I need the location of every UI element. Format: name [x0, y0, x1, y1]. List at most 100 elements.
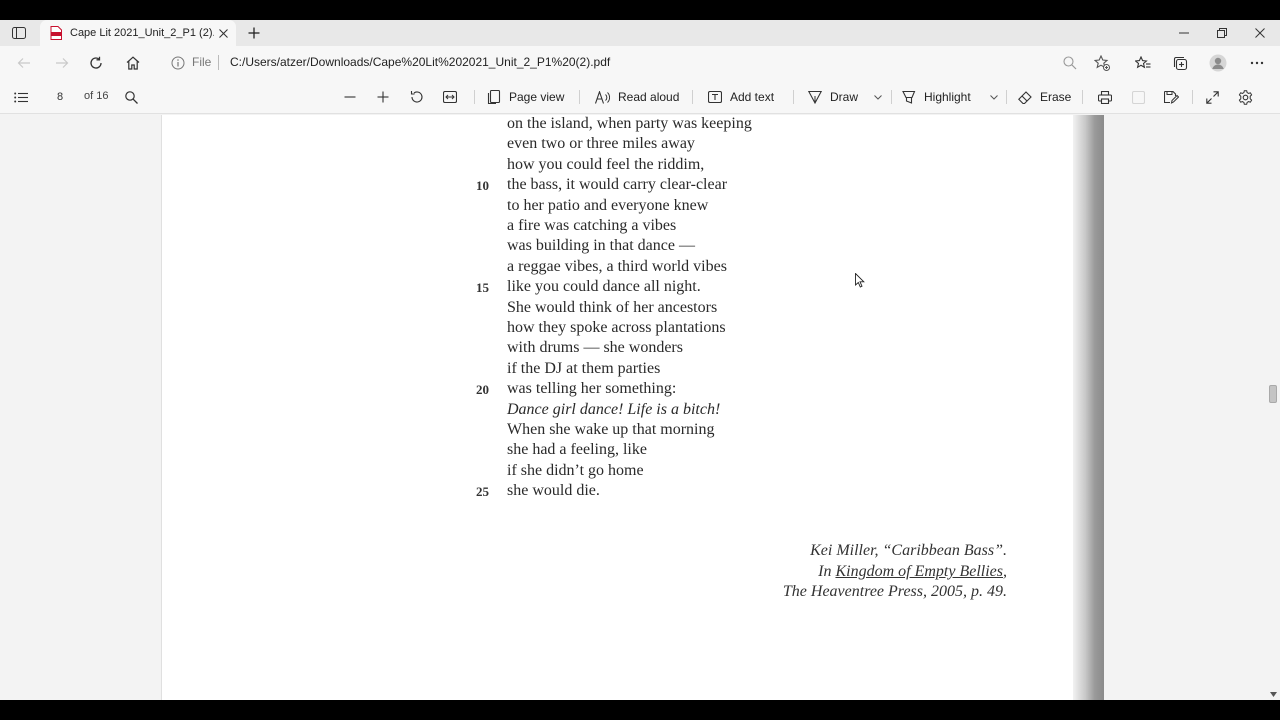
minimize-icon	[1179, 32, 1189, 34]
highlighter-icon	[902, 90, 916, 104]
home-button[interactable]	[123, 53, 143, 73]
erase-label: Erase	[1040, 90, 1072, 104]
draw-label: Draw	[830, 90, 859, 104]
vertical-scrollbar[interactable]	[1266, 115, 1280, 700]
info-icon[interactable]	[171, 56, 185, 70]
close-icon	[218, 28, 228, 38]
save-as-button[interactable]	[1130, 87, 1146, 107]
draw-pen-icon	[808, 90, 822, 104]
add-text-button[interactable]: Add text	[708, 87, 774, 107]
line-number: 10	[476, 178, 489, 194]
new-tab-button[interactable]	[244, 24, 264, 42]
poem-line: like you could dance all night.	[507, 278, 701, 296]
citation-source: In Kingdom of Empty Bellies,	[818, 563, 1007, 581]
fullscreen-button[interactable]	[1204, 87, 1220, 107]
poem-line: When she wake up that morning	[507, 421, 715, 438]
read-aloud-icon	[595, 90, 610, 104]
zoom-out-button[interactable]	[342, 87, 358, 107]
home-icon	[126, 56, 140, 70]
more-icon	[1250, 61, 1264, 65]
poem-line: Dance girl dance! Life is a bitch!	[507, 400, 721, 418]
page-edge-shadow	[1073, 115, 1104, 700]
url-field[interactable]: C:/Users/atzer/Downloads/Cape%20Lit%2020…	[230, 55, 610, 69]
toolbar-separator	[692, 90, 693, 104]
poem-line: if the DJ at them parties	[507, 359, 661, 377]
find-button[interactable]	[122, 87, 140, 107]
collections-icon	[1173, 56, 1187, 70]
expand-icon	[1205, 90, 1219, 104]
highlight-button[interactable]: Highlight	[902, 87, 971, 107]
highlight-options-dropdown[interactable]	[988, 87, 1000, 107]
draw-options-dropdown[interactable]	[872, 87, 884, 107]
page-view-button[interactable]: Page view	[487, 87, 564, 107]
minus-icon	[344, 96, 356, 98]
fit-width-icon	[443, 91, 457, 103]
refresh-button[interactable]	[86, 53, 106, 73]
pdf-file-icon	[50, 26, 62, 40]
chevron-down-icon	[990, 94, 998, 100]
poem-line: how you could feel the riddim,	[507, 155, 705, 173]
fit-to-width-button[interactable]	[442, 87, 458, 107]
favorites-button[interactable]	[1133, 53, 1153, 73]
toolbar-separator	[474, 90, 475, 104]
document-viewport[interactable]: on the island, when party was keeping eve…	[0, 115, 1280, 700]
rotate-button[interactable]	[409, 87, 425, 107]
file-scheme-label: File	[192, 55, 212, 69]
page-number-input[interactable]	[46, 88, 74, 106]
toolbar-separator	[579, 90, 580, 104]
collections-button[interactable]	[1170, 53, 1190, 73]
list-icon	[14, 92, 28, 102]
scroll-down-arrow[interactable]	[1268, 690, 1278, 698]
back-button[interactable]	[14, 53, 34, 73]
browser-window: Cape Lit 2021_Unit_2_P1 (2).pdf	[0, 20, 1280, 700]
toolbar-separator	[1006, 90, 1007, 104]
settings-more-button[interactable]	[1247, 53, 1267, 73]
forward-button[interactable]	[52, 53, 72, 73]
forward-arrow-icon	[56, 58, 69, 68]
avatar-icon	[1209, 54, 1227, 72]
add-favorite-button[interactable]	[1092, 53, 1112, 73]
read-aloud-button[interactable]: Read aloud	[595, 87, 679, 107]
tab-title: Cape Lit 2021_Unit_2_P1 (2).pdf	[70, 27, 214, 39]
refresh-icon	[90, 56, 102, 69]
profile-button[interactable]	[1208, 53, 1228, 73]
gear-icon	[1238, 89, 1252, 105]
address-bar: File C:/Users/atzer/Downloads/Cape%20Lit…	[0, 46, 1280, 80]
poem-line: if she didn’t go home	[507, 461, 644, 479]
zoom-icon	[1063, 56, 1077, 70]
zoom-button[interactable]	[1060, 53, 1080, 73]
page-view-icon	[487, 90, 501, 104]
tab-actions-button[interactable]	[8, 24, 30, 42]
draw-button[interactable]: Draw	[808, 87, 858, 107]
poem-line: with drums — she wonders	[507, 339, 683, 357]
zoom-in-button[interactable]	[375, 87, 391, 107]
poem-line: how they spoke across plantations	[507, 319, 726, 336]
erase-button[interactable]: Erase	[1018, 87, 1071, 107]
minimize-button[interactable]	[1174, 23, 1194, 43]
plus-icon	[248, 27, 260, 39]
contents-button[interactable]	[12, 87, 30, 107]
tab-close-button[interactable]	[214, 24, 232, 42]
poem-line: she had a feeling, like	[507, 441, 647, 459]
page-view-label: Page view	[509, 90, 565, 104]
pdf-settings-button[interactable]	[1237, 87, 1253, 107]
citation-prefix: In	[818, 563, 836, 580]
scroll-thumb[interactable]	[1269, 385, 1277, 403]
read-aloud-label: Read aloud	[618, 90, 680, 104]
line-number: 25	[476, 484, 489, 500]
mouse-cursor-icon	[855, 273, 865, 288]
active-tab[interactable]: Cape Lit 2021_Unit_2_P1 (2).pdf	[40, 20, 236, 46]
close-window-button[interactable]	[1250, 23, 1270, 43]
restore-button[interactable]	[1212, 23, 1232, 43]
print-button[interactable]	[1097, 87, 1113, 107]
star-add-icon	[1094, 55, 1110, 71]
poem-line: a fire was catching a vibes	[507, 217, 677, 234]
citation-author: Kei Miller, “Caribbean Bass”.	[810, 542, 1007, 559]
save-button[interactable]	[1163, 87, 1179, 107]
poem-line: was building in that dance —	[507, 237, 695, 255]
pdf-page: on the island, when party was keeping eve…	[161, 115, 1104, 700]
line-number: 15	[476, 280, 489, 296]
restore-icon	[1217, 28, 1227, 38]
toolbar-separator	[891, 90, 892, 104]
poem-line: a reggae vibes, a third world vibes	[507, 257, 727, 275]
